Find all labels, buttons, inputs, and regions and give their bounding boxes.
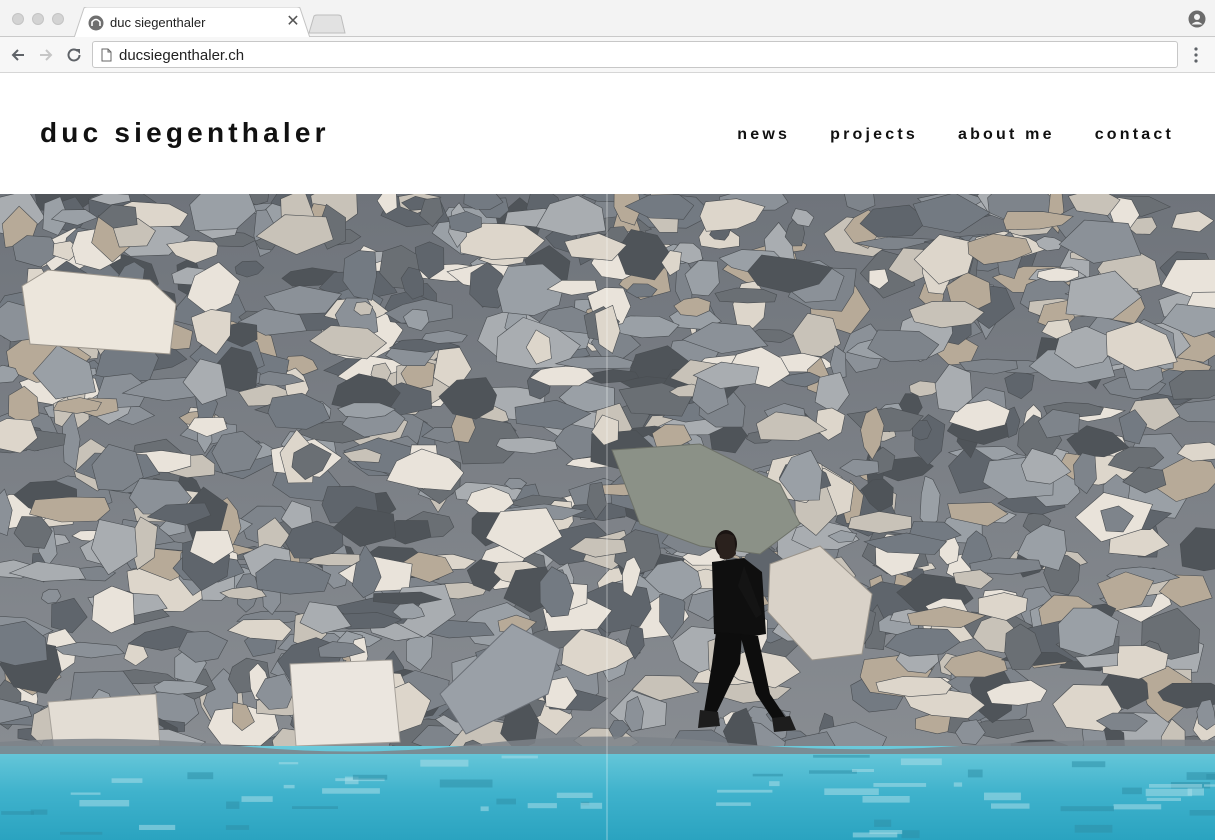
white-block-rock xyxy=(289,659,401,747)
nav-link-about-me[interactable]: about me xyxy=(958,126,1055,144)
browser-tab[interactable]: duc siegenthaler ✕ xyxy=(74,7,310,38)
water-ripple xyxy=(1122,787,1142,795)
water-ripple xyxy=(322,788,380,794)
browser-tab-strip: duc siegenthaler ✕ xyxy=(0,0,1215,38)
water-ripple xyxy=(717,789,773,793)
large-white-rock xyxy=(21,269,177,355)
main-nav: news projects about me contact xyxy=(737,126,1174,144)
water-ripple xyxy=(496,798,516,805)
water-ripple xyxy=(111,778,143,783)
water-ripple xyxy=(769,781,780,787)
nav-link-projects[interactable]: projects xyxy=(830,126,918,144)
window-minimize-light[interactable] xyxy=(32,13,44,25)
water-ripple xyxy=(283,784,295,789)
water-ripple xyxy=(967,769,983,778)
water-ripple xyxy=(953,782,963,787)
water-ripple xyxy=(527,803,557,809)
water-ripple xyxy=(1189,810,1215,816)
site-title[interactable]: duc siegenthaler xyxy=(40,117,330,149)
water-ripple xyxy=(187,772,214,780)
water-ripple xyxy=(901,830,920,839)
url-text: ducsiegenthaler.ch xyxy=(119,47,245,64)
water-ripple xyxy=(1204,784,1215,787)
forward-arrow-icon[interactable] xyxy=(37,46,55,64)
water-ripple xyxy=(226,801,240,809)
nav-link-contact[interactable]: contact xyxy=(1095,126,1174,144)
water-ripple xyxy=(1074,824,1113,833)
new-tab-button[interactable] xyxy=(308,14,346,34)
water-ripple xyxy=(439,779,493,788)
profile-icon[interactable] xyxy=(1188,10,1206,28)
site-header: duc siegenthaler news projects about me … xyxy=(0,73,1215,194)
water-ripple xyxy=(1,811,34,815)
site-favicon-icon xyxy=(88,15,104,31)
water-ripple xyxy=(1060,806,1114,812)
water-ripple xyxy=(556,792,593,798)
water-ripple xyxy=(752,773,783,777)
water-ripple xyxy=(984,792,1021,801)
water-ripple xyxy=(1113,804,1162,810)
hero-photo-illustration xyxy=(0,194,1215,840)
water-ripple xyxy=(241,796,273,802)
water-ripple xyxy=(70,792,101,795)
reload-icon[interactable] xyxy=(65,46,83,64)
water-ripple xyxy=(991,803,1030,809)
window-close-light[interactable] xyxy=(12,13,24,25)
water-ripple xyxy=(580,802,603,809)
water-ripple xyxy=(900,758,942,766)
water-ripple xyxy=(809,770,857,774)
back-arrow-icon[interactable] xyxy=(9,46,27,64)
water-ripple xyxy=(292,806,338,809)
water-ripple xyxy=(352,774,388,780)
address-bar[interactable]: ducsiegenthaler.ch xyxy=(92,41,1178,68)
water-ripple xyxy=(824,788,879,795)
water-ripple xyxy=(1206,773,1215,780)
water-ripple xyxy=(874,819,892,827)
water-ripple xyxy=(1071,761,1106,768)
window-zoom-light[interactable] xyxy=(52,13,64,25)
water-ripple xyxy=(278,762,299,765)
water-ripple xyxy=(501,755,538,759)
water-ripple xyxy=(60,831,103,835)
water-ripple xyxy=(420,759,469,767)
browser-toolbar: ducsiegenthaler.ch xyxy=(0,37,1215,73)
water-ripple xyxy=(79,800,130,807)
water-ripple xyxy=(1149,784,1203,788)
nav-link-news[interactable]: news xyxy=(737,126,790,144)
water-ripple xyxy=(139,824,176,830)
water-ripple xyxy=(716,802,751,806)
page-icon xyxy=(101,48,112,62)
water-ripple xyxy=(1146,797,1181,801)
water-ripple xyxy=(862,796,910,803)
water-ripple xyxy=(1145,788,1193,797)
tab-close-icon[interactable]: ✕ xyxy=(284,13,302,31)
water-ripple xyxy=(480,806,489,812)
menu-dots-icon[interactable] xyxy=(1188,46,1204,64)
hero-photo xyxy=(0,194,1215,840)
water-ripple xyxy=(225,825,250,830)
water-ripple xyxy=(869,830,903,835)
water-ripple xyxy=(813,754,870,758)
water-ripple xyxy=(852,769,874,772)
tab-title: duc siegenthaler xyxy=(110,15,206,30)
water-ripple xyxy=(873,783,927,787)
